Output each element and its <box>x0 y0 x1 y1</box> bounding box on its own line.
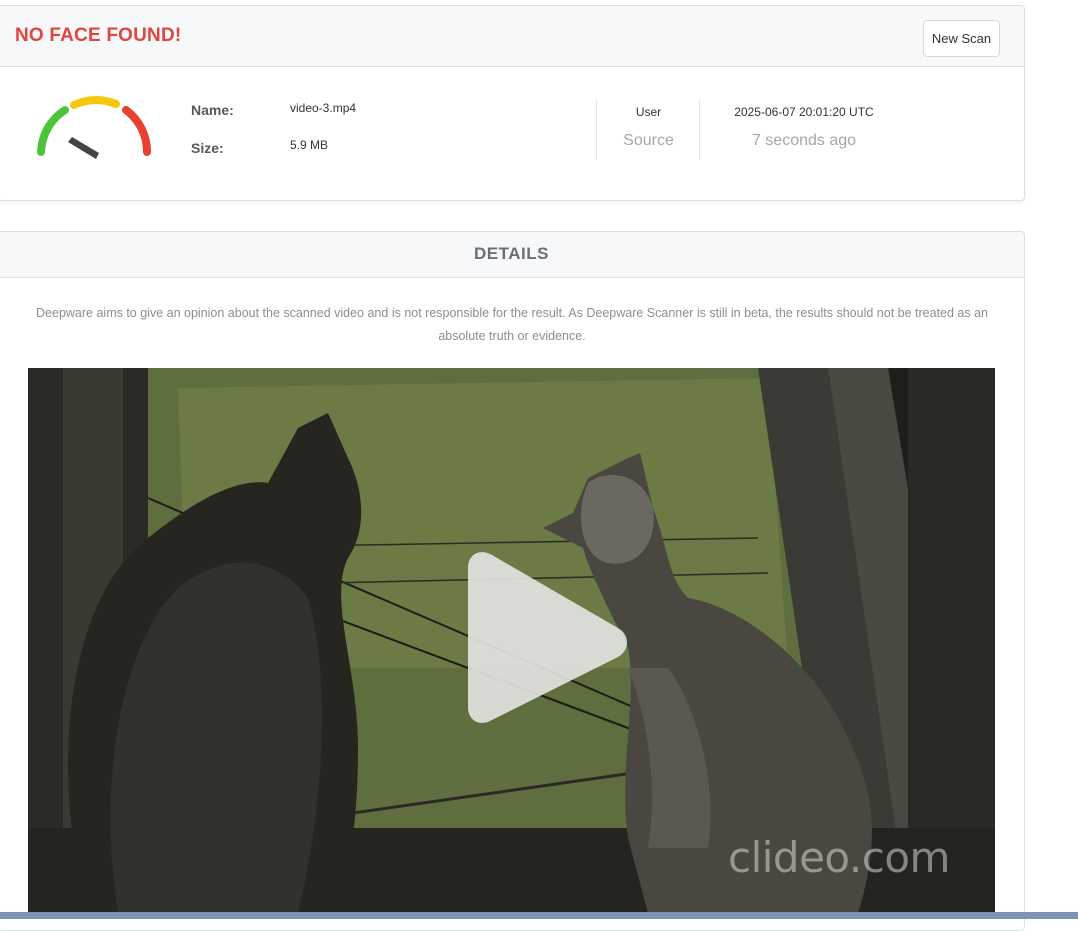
file-size-value: 5.9 MB <box>290 138 329 152</box>
video-player[interactable]: clideo.com <box>28 368 995 913</box>
scan-result-card: NO FACE FOUND! New Scan Name: video-3.mp… <box>0 5 1025 201</box>
scan-status-title: NO FACE FOUND! <box>15 25 182 46</box>
details-header: DETAILS <box>0 232 1024 278</box>
result-header: NO FACE FOUND! New Scan <box>0 6 1024 67</box>
bottom-strip <box>0 912 1078 919</box>
scan-timestamp: 2025-06-07 20:01:20 UTC <box>734 105 874 119</box>
risk-gauge-icon <box>37 96 152 159</box>
play-icon[interactable] <box>448 550 633 725</box>
size-label: Size: <box>191 140 224 156</box>
video-watermark: clideo.com <box>728 833 950 882</box>
divider <box>596 100 597 160</box>
relative-time: 7 seconds ago <box>751 132 857 149</box>
name-label: Name: <box>191 102 234 118</box>
source-label: Source <box>623 132 674 149</box>
user-label: User <box>635 105 662 119</box>
new-scan-button[interactable]: New Scan <box>923 20 1000 57</box>
details-title: DETAILS <box>474 244 549 263</box>
file-name-value: video-3.mp4 <box>290 101 357 115</box>
divider <box>699 100 700 160</box>
disclaimer-text: Deepware aims to give an opinion about t… <box>36 306 988 343</box>
